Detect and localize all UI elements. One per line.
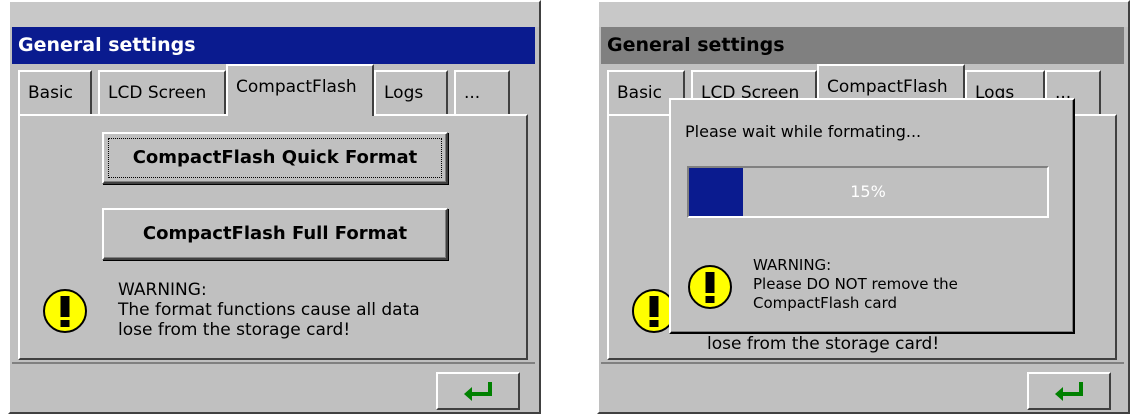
progress-percent: 15% (850, 182, 886, 201)
settings-window-formatting: General settings Basic LCD Screen Compac… (597, 0, 1130, 414)
dialog-message: Please wait while formating... (685, 122, 922, 141)
full-format-button[interactable]: CompactFlash Full Format (102, 208, 448, 260)
tab-logs[interactable]: Logs (374, 70, 448, 116)
warning-icon (688, 265, 732, 309)
settings-window: General settings Basic LCD Screen Compac… (8, 0, 541, 414)
quick-format-button[interactable]: CompactFlash Quick Format (102, 132, 448, 184)
focus-rectangle (108, 138, 442, 178)
full-format-label: CompactFlash Full Format (142, 223, 408, 244)
format-progress-bar: 15% (687, 166, 1049, 218)
tab-lcd-screen[interactable]: LCD Screen (98, 70, 226, 116)
enter-arrow-icon (1055, 382, 1083, 401)
top-strip (599, 2, 1128, 27)
background-warning-text: lose from the storage card! (707, 334, 940, 354)
enter-button[interactable] (1027, 372, 1111, 410)
compactflash-panel: CompactFlash Quick Format CompactFlash F… (18, 114, 528, 360)
top-strip (10, 2, 539, 27)
formatting-progress-dialog: Please wait while formating... 15% WARNI… (669, 98, 1075, 334)
tab-compactflash[interactable]: CompactFlash (226, 64, 374, 116)
warning-icon (43, 289, 87, 333)
format-warning-text: WARNING: The format functions cause all … (118, 280, 420, 340)
window-title: General settings (601, 27, 1124, 64)
enter-button[interactable] (436, 372, 520, 410)
enter-arrow-icon (464, 382, 492, 401)
tab-more[interactable]: ... (454, 70, 510, 116)
dialog-warning-text: WARNING: Please DO NOT remove the Compac… (753, 256, 958, 312)
window-title: General settings (12, 27, 535, 64)
tab-basic[interactable]: Basic (18, 70, 92, 116)
